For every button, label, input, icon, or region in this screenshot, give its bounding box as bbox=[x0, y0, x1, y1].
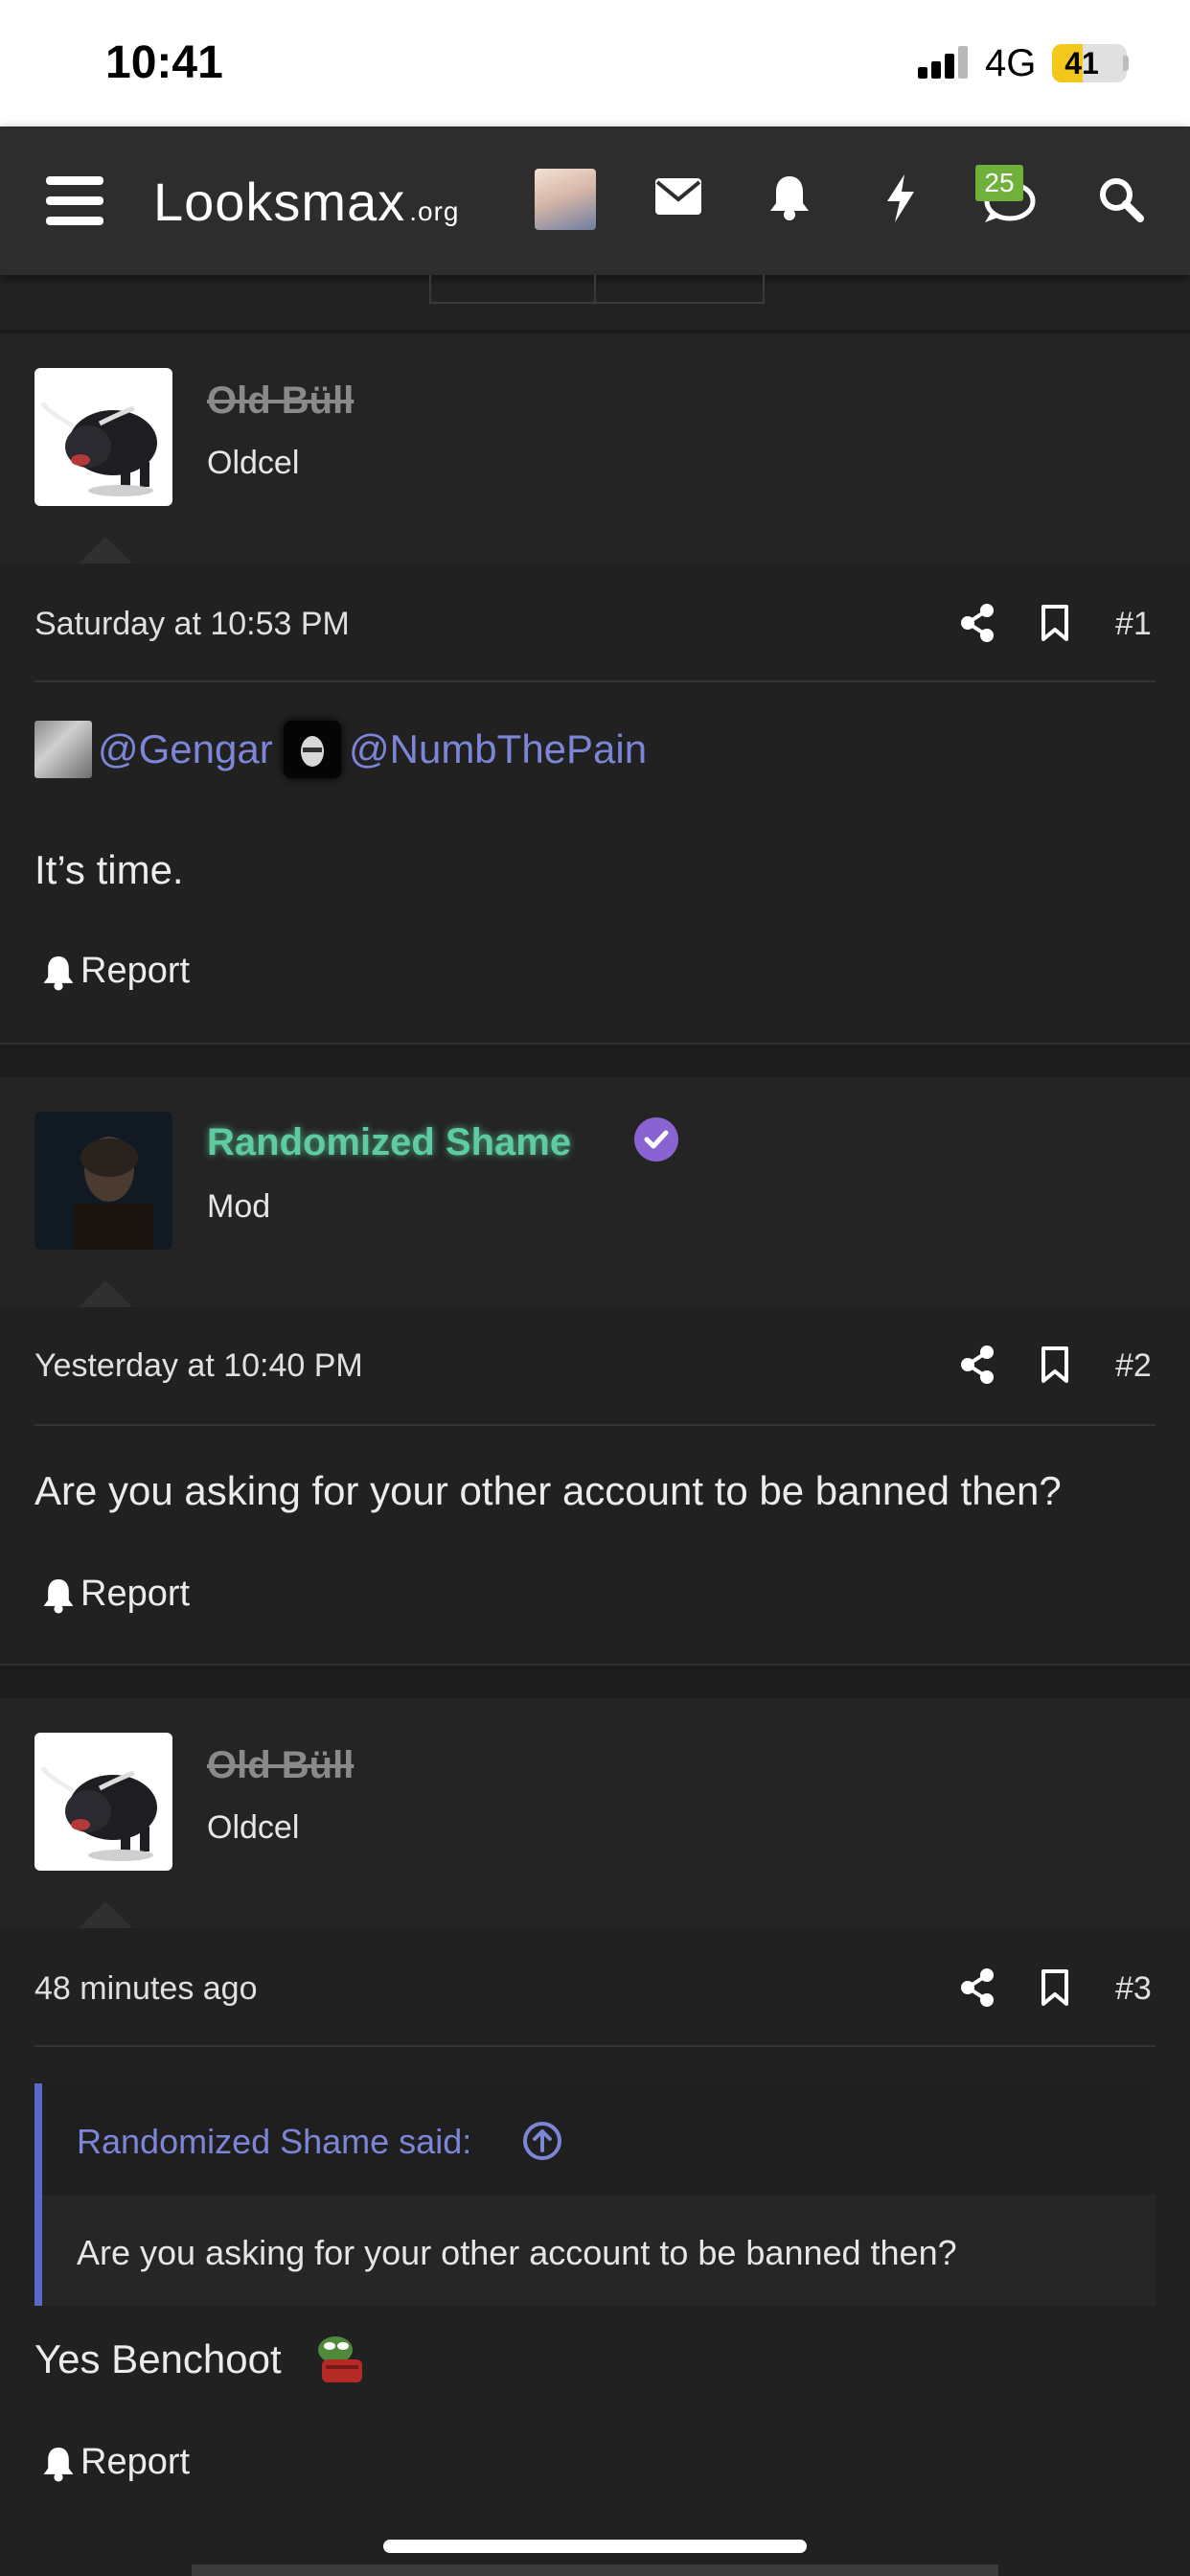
status-time: 10:41 bbox=[105, 37, 223, 88]
search-icon[interactable] bbox=[1098, 176, 1144, 222]
post-3-pointer bbox=[79, 1901, 132, 1928]
home-indicator[interactable] bbox=[383, 2540, 807, 2553]
bell-icon bbox=[42, 1577, 75, 1614]
post-3-divider bbox=[34, 2045, 1156, 2047]
chat-count-badge: 25 bbox=[975, 165, 1023, 201]
battery-level: 41 bbox=[1064, 46, 1099, 80]
post-1-number[interactable]: #1 bbox=[1115, 606, 1152, 643]
post-separator bbox=[0, 1664, 1190, 1698]
logo-text: Looksmax bbox=[153, 172, 406, 232]
share-icon[interactable] bbox=[960, 1346, 995, 1384]
tab-strip-remnant bbox=[429, 275, 765, 304]
post-3-number[interactable]: #3 bbox=[1115, 1970, 1152, 2008]
post-3-date[interactable]: 48 minutes ago bbox=[34, 1970, 258, 2008]
post-1-report-link[interactable]: Report bbox=[80, 951, 190, 992]
gengar-mini-avatar bbox=[34, 721, 92, 778]
post-1-pointer bbox=[79, 537, 132, 564]
mention-gengar[interactable]: @Gengar bbox=[98, 726, 273, 772]
arrow-up-circle-icon[interactable] bbox=[523, 2122, 561, 2160]
numbthepain-mini-avatar bbox=[284, 721, 341, 778]
account-avatar[interactable] bbox=[535, 169, 596, 230]
post-2-date[interactable]: Yesterday at 10:40 PM bbox=[34, 1347, 363, 1385]
bookmark-icon[interactable] bbox=[1041, 1968, 1069, 2007]
post-1-message: It’s time. bbox=[34, 847, 184, 892]
post-3-avatar[interactable] bbox=[34, 1733, 172, 1871]
mention-numbthepain[interactable]: @NumbThePain bbox=[349, 726, 647, 772]
bookmark-icon[interactable] bbox=[1041, 1346, 1069, 1384]
post-separator-line bbox=[0, 1043, 1190, 1045]
bell-icon[interactable] bbox=[768, 174, 811, 220]
post-2-pointer bbox=[79, 1280, 132, 1307]
post-2-divider bbox=[34, 1424, 1156, 1426]
post-3-message: Yes Benchoot bbox=[34, 2336, 282, 2381]
post-3-report-link[interactable]: Report bbox=[80, 2442, 190, 2483]
site-logo[interactable]: Looksmax .org bbox=[153, 171, 459, 233]
post-2-user-title: Mod bbox=[207, 1188, 271, 1225]
quote-text: Are you asking for your other account to… bbox=[77, 2233, 957, 2272]
share-icon[interactable] bbox=[960, 1968, 995, 2007]
pepe-emoji-icon bbox=[312, 2331, 368, 2391]
post-1-divider bbox=[34, 680, 1156, 682]
bell-icon bbox=[42, 954, 75, 991]
post-separator bbox=[0, 1043, 1190, 1077]
mail-icon[interactable] bbox=[655, 178, 701, 215]
post-2-username[interactable]: Randomized Shame bbox=[207, 1121, 571, 1164]
bell-icon bbox=[42, 2446, 75, 2482]
battery-icon: 41 bbox=[1052, 44, 1127, 82]
post-1-username[interactable]: Old Büll bbox=[207, 380, 354, 423]
bookmark-icon[interactable] bbox=[1041, 604, 1069, 642]
bolt-icon[interactable] bbox=[885, 174, 916, 222]
post-3-username[interactable]: Old Büll bbox=[207, 1744, 354, 1787]
post-3-user-title: Oldcel bbox=[207, 1809, 300, 1846]
post-1-user-title: Oldcel bbox=[207, 445, 300, 481]
post-2-number[interactable]: #2 bbox=[1115, 1347, 1152, 1385]
post-3-userbar bbox=[0, 1698, 1190, 1928]
menu-icon[interactable] bbox=[46, 176, 103, 226]
bottom-bar-remnant bbox=[192, 2564, 998, 2576]
post-1-userbar bbox=[0, 334, 1190, 564]
battery-nub bbox=[1123, 56, 1129, 71]
verified-icon bbox=[634, 1117, 678, 1162]
network-label: 4G bbox=[985, 42, 1037, 84]
post-2-report-link[interactable]: Report bbox=[80, 1574, 190, 1615]
post-1-avatar[interactable] bbox=[34, 368, 172, 506]
share-icon[interactable] bbox=[960, 604, 995, 642]
post-separator-line bbox=[0, 1664, 1190, 1666]
quote-attribution[interactable]: Randomized Shame said: bbox=[77, 2122, 471, 2162]
post-2-message: Are you asking for your other account to… bbox=[34, 1468, 1062, 1513]
post-2-userbar bbox=[0, 1077, 1190, 1307]
post-2-avatar[interactable] bbox=[34, 1112, 172, 1250]
logo-suffix: .org bbox=[409, 196, 460, 226]
post-1-date[interactable]: Saturday at 10:53 PM bbox=[34, 606, 350, 643]
